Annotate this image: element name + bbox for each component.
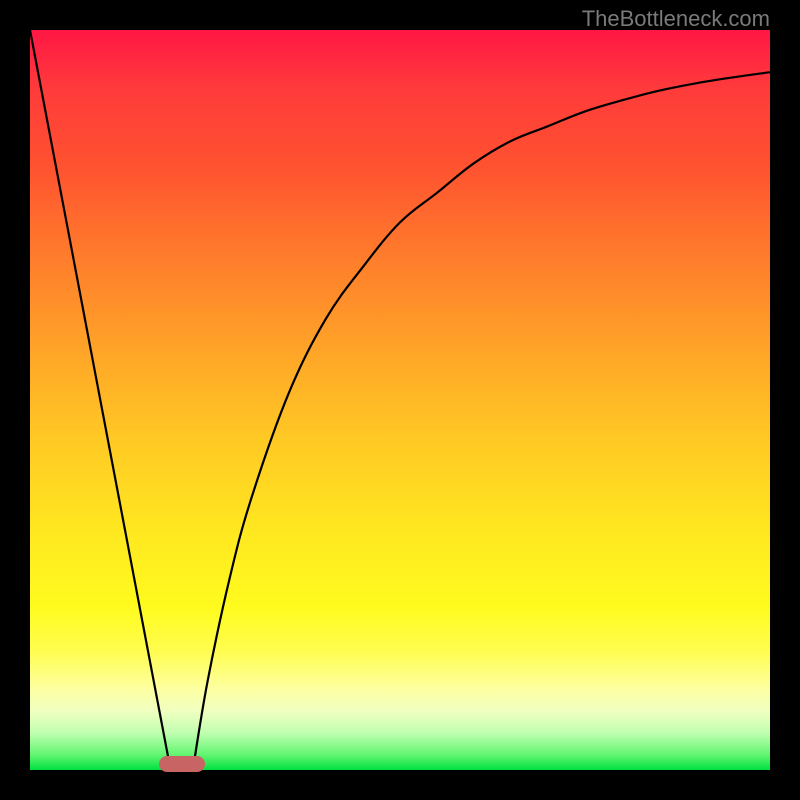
left-line [30,30,171,770]
chart-frame: TheBottleneck.com [0,0,800,800]
plot-area [30,30,770,770]
watermark-text: TheBottleneck.com [582,6,770,32]
bottleneck-marker [159,756,205,772]
curves-svg [30,30,770,770]
right-curve [193,72,770,770]
